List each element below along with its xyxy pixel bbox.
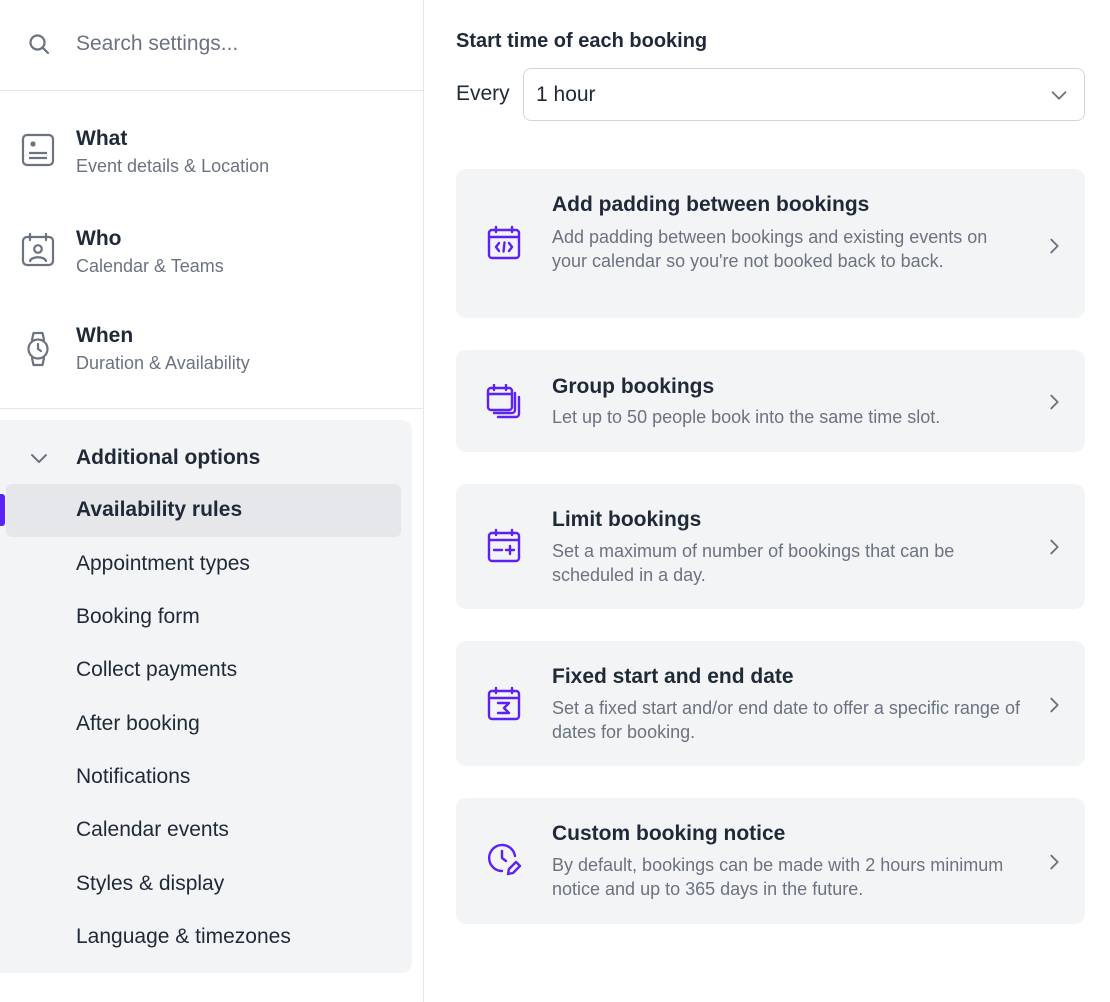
document-icon [20, 132, 56, 168]
sidebar-item-label: Collect payments [76, 658, 238, 681]
chevron-down-icon [27, 446, 51, 470]
sidebar-item-label: Booking form [76, 605, 200, 628]
stacked-calendars-icon [486, 384, 522, 420]
clock-edit-icon [486, 842, 522, 878]
sidebar-item-title: Who [76, 227, 122, 250]
every-label: Every [456, 82, 510, 105]
card-description: Let up to 50 people book into the same t… [552, 407, 941, 427]
sidebar-item-after-booking[interactable]: After booking [6, 698, 401, 751]
sidebar-item-availability-rules[interactable]: Availability rules [6, 484, 401, 537]
main-content: Start time of each booking Every 1 hour [424, 0, 1110, 1002]
card-title: Add padding between bookings [552, 193, 870, 216]
sidebar-item-label: After booking [76, 712, 200, 735]
watch-icon [20, 331, 56, 367]
sidebar-item-collect-payments[interactable]: Collect payments [6, 644, 401, 697]
card-title: Limit bookings [552, 508, 702, 531]
card-title: Custom booking notice [552, 822, 786, 845]
sidebar-item-subtitle: Event details & Location [76, 156, 270, 176]
card-description: Set a maximum of number of bookings that… [552, 541, 955, 585]
sidebar-item-notifications[interactable]: Notifications [6, 751, 401, 804]
app: What Event details & Location Who Calend… [0, 0, 1110, 1002]
calendar-range-icon [486, 686, 522, 722]
sidebar-item-what[interactable]: What Event details & Location [0, 106, 423, 196]
sidebar-item-label: Calendar events [76, 818, 229, 841]
sidebar-item-subtitle: Duration & Availability [76, 353, 250, 373]
sidebar-item-title: When [76, 324, 134, 347]
user-calendar-icon [20, 232, 56, 268]
card-group-bookings[interactable]: Group bookings Let up to 50 people book … [456, 350, 1085, 452]
sidebar-item-label: Appointment types [76, 552, 250, 575]
sidebar-divider [0, 408, 423, 409]
card-fixed-start-end-date[interactable]: Fixed start and end date Set a fixed sta… [456, 641, 1085, 766]
sidebar-item-styles-display[interactable]: Styles & display [6, 858, 401, 911]
card-description: Add padding between bookings and existin… [552, 227, 988, 271]
card-title: Fixed start and end date [552, 665, 794, 688]
calendar-plus-icon [486, 528, 522, 564]
start-time-interval-select[interactable]: 1 hour [523, 68, 1085, 121]
calendar-code-icon [486, 225, 522, 261]
chevron-down-icon [1048, 84, 1070, 106]
sidebar-item-label: Language & timezones [76, 925, 291, 948]
sidebar-item-label: Styles & display [76, 872, 225, 895]
chevron-right-icon [1043, 235, 1065, 257]
sidebar-item-label: Availability rules [76, 498, 243, 521]
search-input[interactable] [66, 24, 406, 64]
sidebar-item-title: What [76, 127, 128, 150]
additional-options-label: Additional options [76, 446, 261, 469]
sidebar-item-who[interactable]: Who Calendar & Teams [0, 205, 423, 295]
additional-options-toggle[interactable]: Additional options [0, 438, 412, 478]
start-time-title: Start time of each booking [456, 30, 708, 52]
chevron-right-icon [1043, 694, 1065, 716]
sidebar-item-subtitle: Calendar & Teams [76, 256, 224, 276]
sidebar: What Event details & Location Who Calend… [0, 0, 424, 1002]
sidebar-item-when[interactable]: When Duration & Availability [0, 303, 423, 393]
chevron-right-icon [1043, 536, 1065, 558]
card-add-padding[interactable]: Add padding between bookings Add padding… [456, 169, 1085, 318]
chevron-right-icon [1043, 391, 1065, 413]
chevron-right-icon [1043, 851, 1065, 873]
sidebar-item-language-timezones[interactable]: Language & timezones [6, 911, 401, 964]
sidebar-item-appointment-types[interactable]: Appointment types [6, 538, 401, 591]
card-description: By default, bookings can be made with 2 … [552, 855, 1004, 899]
search-icon [27, 32, 51, 56]
card-title: Group bookings [552, 375, 715, 398]
card-limit-bookings[interactable]: Limit bookings Set a maximum of number o… [456, 484, 1085, 609]
card-description: Set a fixed start and/or end date to off… [552, 698, 1020, 742]
search-bar [0, 0, 423, 91]
sidebar-item-label: Notifications [76, 765, 191, 788]
select-value: 1 hour [536, 83, 596, 106]
sidebar-item-calendar-events[interactable]: Calendar events [6, 804, 401, 857]
sidebar-item-booking-form[interactable]: Booking form [6, 591, 401, 644]
card-custom-booking-notice[interactable]: Custom booking notice By default, bookin… [456, 798, 1085, 924]
additional-options-panel: Additional options Availability rules Ap… [0, 420, 412, 973]
active-indicator [0, 494, 5, 526]
